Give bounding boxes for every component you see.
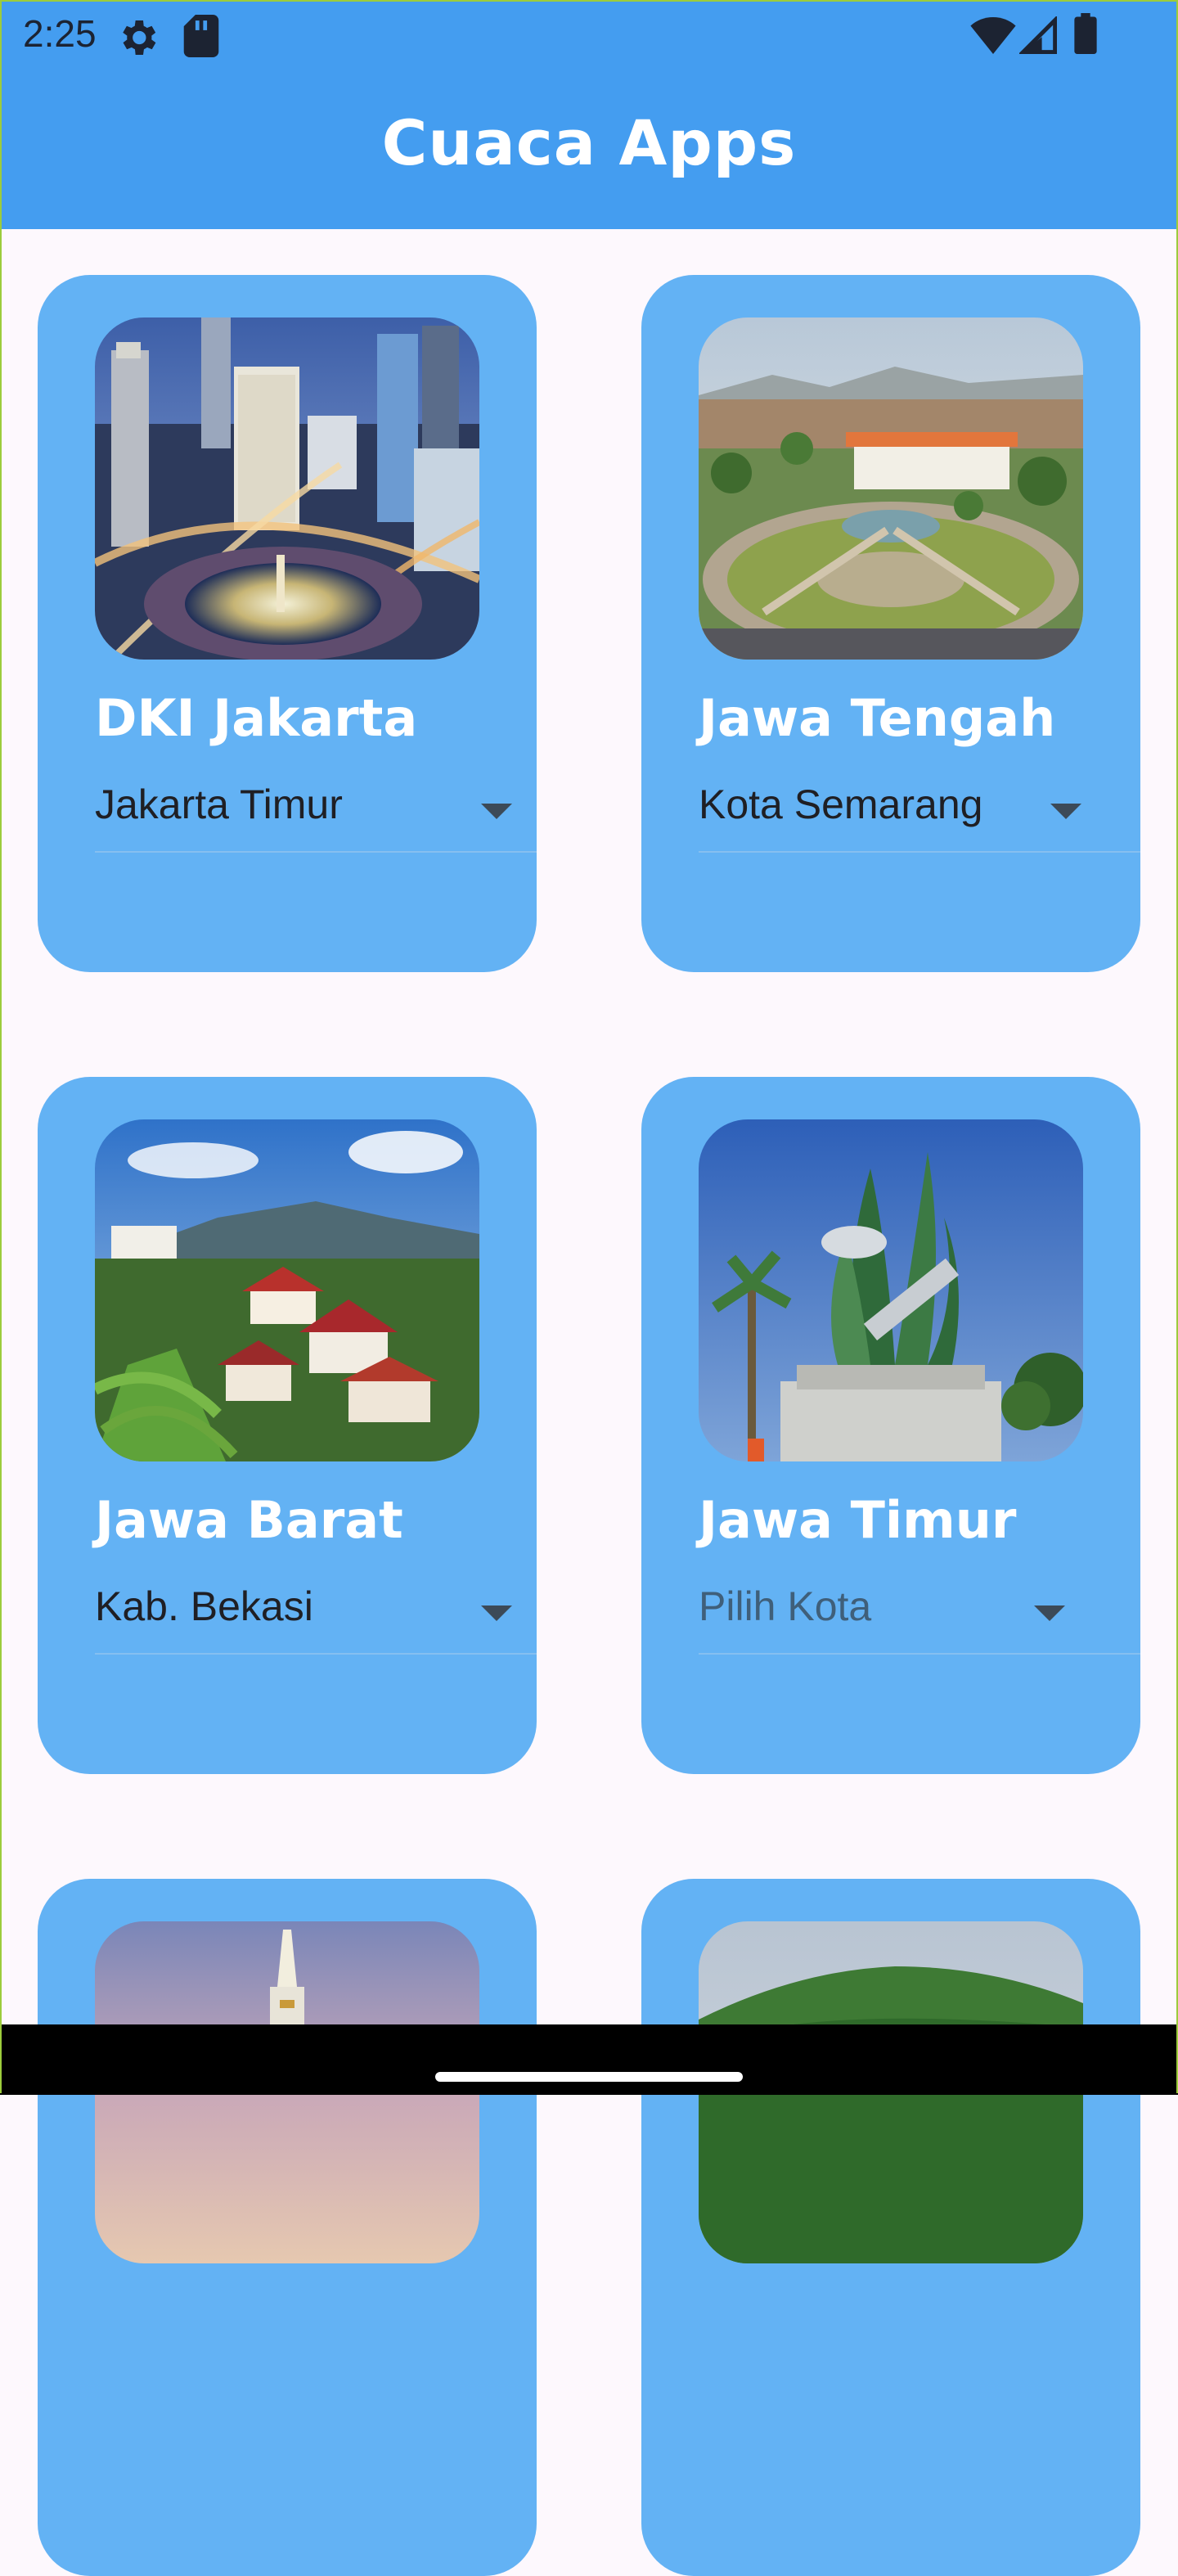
province-card-dki-jakarta[interactable]: DKI Jakarta Jakarta Timur — [38, 275, 537, 972]
home-gesture-handle[interactable] — [435, 2072, 743, 2082]
semarang-city-aerial-image — [699, 317, 1083, 660]
city-dropdown[interactable]: Jakarta Timur — [95, 766, 537, 853]
settings-gear-icon — [115, 15, 160, 64]
status-bar: 2:25 — [0, 0, 1178, 69]
province-title: DKI Jakarta — [95, 688, 418, 748]
city-dropdown-value: Kota Semarang — [699, 781, 983, 827]
dropdown-caret-icon — [1050, 804, 1081, 819]
province-card-5[interactable] — [38, 1879, 537, 2576]
province-card-6[interactable] — [641, 1879, 1140, 2576]
province-card-jawa-tengah[interactable]: Jawa Tengah Kota Semarang — [641, 275, 1140, 972]
sd-card-icon — [183, 15, 219, 61]
wifi-icon — [970, 16, 1016, 57]
city-dropdown[interactable]: Kab. Bekasi — [95, 1568, 537, 1655]
city-dropdown-placeholder: Pilih Kota — [699, 1583, 872, 1629]
city-dropdown-value: Jakarta Timur — [95, 781, 343, 827]
city-dropdown[interactable]: Kota Semarang — [699, 766, 1140, 853]
dropdown-caret-icon — [481, 1605, 512, 1621]
dropdown-caret-icon — [481, 804, 512, 819]
battery-icon — [1073, 13, 1098, 57]
province-title: Jawa Tengah — [699, 688, 1056, 748]
surabaya-shark-crocodile-statue-image — [699, 1119, 1083, 1461]
city-dropdown-value: Kab. Bekasi — [95, 1583, 313, 1629]
app-bar: 2:25 Cuaca Apps — [0, 0, 1178, 229]
cell-signal-icon — [1018, 15, 1058, 57]
province-card-jawa-barat[interactable]: Jawa Barat Kab. Bekasi — [38, 1077, 537, 1774]
west-java-mountain-village-image — [95, 1119, 479, 1461]
jakarta-roundabout-night-image — [95, 317, 479, 660]
province-title: Jawa Barat — [95, 1490, 403, 1550]
app-title: Cuaca Apps — [381, 106, 797, 179]
dropdown-caret-icon — [1034, 1605, 1065, 1621]
province-title: Jawa Timur — [699, 1490, 1017, 1550]
system-navigation-bar — [0, 2024, 1178, 2095]
province-card-jawa-timur[interactable]: Jawa Timur Pilih Kota — [641, 1077, 1140, 1774]
city-dropdown[interactable]: Pilih Kota — [699, 1568, 1140, 1655]
status-time: 2:25 — [23, 12, 97, 55]
